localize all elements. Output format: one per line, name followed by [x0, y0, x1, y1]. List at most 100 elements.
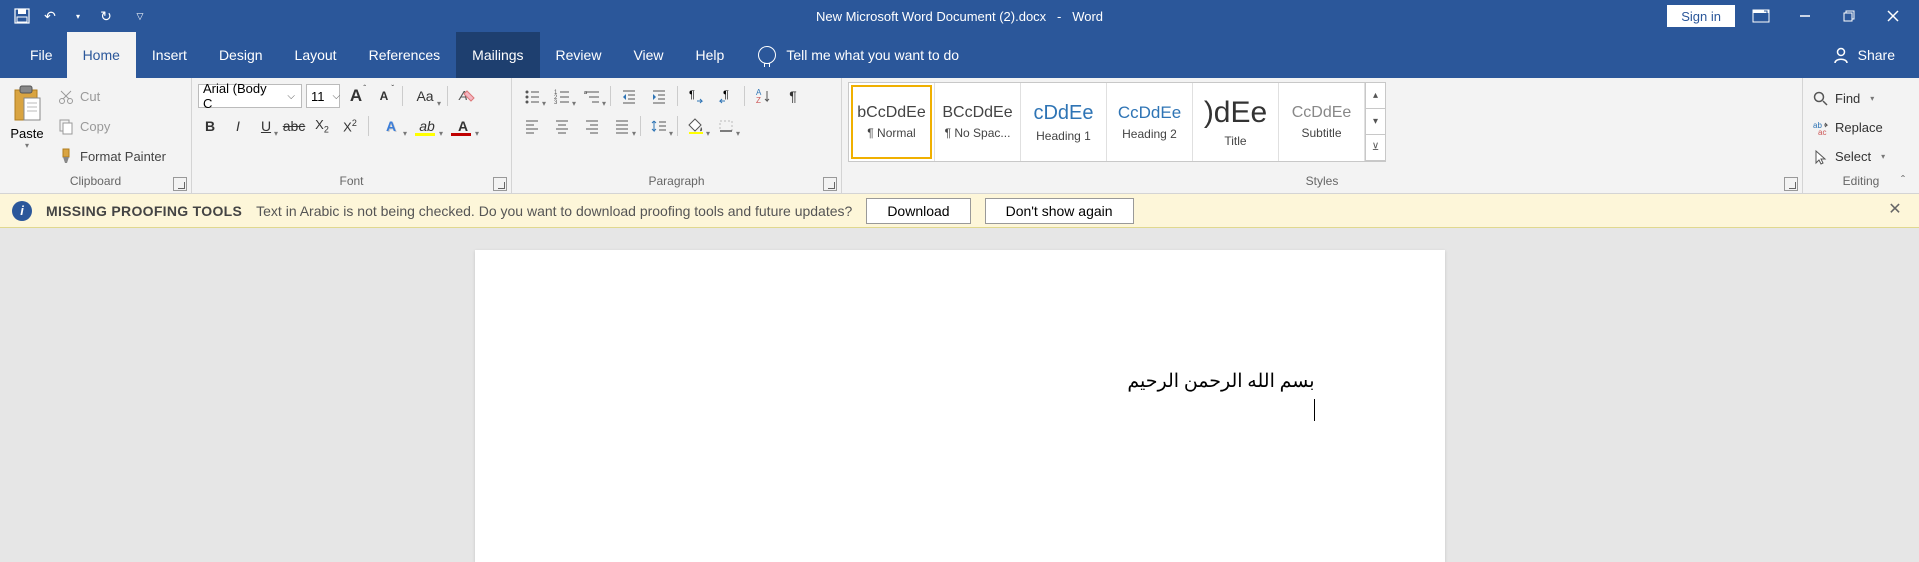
clear-formatting-button[interactable]: A	[454, 84, 478, 108]
tell-me-search[interactable]: Tell me what you want to do	[758, 46, 959, 64]
paste-button[interactable]: Paste ▾	[6, 82, 48, 171]
brush-icon	[58, 148, 74, 164]
subscript-button[interactable]: X2	[310, 114, 334, 138]
paste-icon	[11, 84, 43, 124]
svg-text:Z: Z	[756, 96, 761, 105]
cut-button[interactable]: Cut	[54, 84, 170, 110]
close-button[interactable]	[1875, 0, 1911, 32]
chevron-down-icon[interactable]: ⌵	[285, 91, 297, 102]
restore-button[interactable]	[1831, 0, 1867, 32]
document-page[interactable]: بسم الله الرحمن الرحيم	[475, 250, 1445, 562]
tab-mailings[interactable]: Mailings	[456, 32, 539, 78]
download-button[interactable]: Download	[866, 198, 970, 224]
font-name-combo[interactable]: Arial (Body C⌵	[198, 84, 302, 108]
format-painter-button[interactable]: Format Painter	[54, 143, 170, 169]
align-center-button[interactable]	[548, 114, 576, 138]
tab-file[interactable]: File	[16, 32, 67, 78]
style---no-spac---[interactable]: BCcDdEe¶ No Spac...	[935, 83, 1021, 161]
share-button[interactable]: Share	[1832, 46, 1919, 64]
shading-button[interactable]	[682, 114, 710, 138]
style-subtitle[interactable]: CcDdEeSubtitle	[1279, 83, 1365, 161]
tab-design[interactable]: Design	[203, 32, 279, 78]
style---normal[interactable]: bCcDdEe¶ Normal	[849, 83, 935, 161]
msgbar-text: Text in Arabic is not being checked. Do …	[256, 203, 852, 219]
strikethrough-button[interactable]: abc	[282, 114, 306, 138]
style-heading-1[interactable]: cDdEeHeading 1	[1021, 83, 1107, 161]
document-name: New Microsoft Word Document (2).docx	[816, 9, 1046, 24]
align-left-button[interactable]	[518, 114, 546, 138]
grow-font-button[interactable]: Aˆ	[344, 84, 368, 108]
change-case-button[interactable]: Aa	[409, 84, 441, 108]
undo-button[interactable]: ↶	[38, 4, 62, 28]
sort-button[interactable]: AZ	[749, 84, 777, 108]
select-button[interactable]: Select ▾	[1809, 144, 1913, 170]
scissors-icon	[58, 89, 74, 105]
msgbar-title: MISSING PROOFING TOOLS	[46, 203, 242, 219]
italic-button[interactable]: I	[226, 114, 250, 138]
paste-label: Paste	[10, 126, 43, 141]
styles-group-label: Styles	[848, 171, 1796, 191]
copy-button[interactable]: Copy	[54, 113, 170, 139]
copy-label: Copy	[80, 119, 110, 134]
share-icon	[1832, 46, 1850, 64]
clipboard-dialog-launcher[interactable]	[173, 177, 187, 191]
tab-review[interactable]: Review	[540, 32, 618, 78]
line-spacing-button[interactable]	[645, 114, 673, 138]
ltr-direction-button[interactable]: ¶	[682, 84, 710, 108]
chevron-down-icon[interactable]: ▾	[1881, 152, 1885, 161]
paste-dropdown-icon[interactable]: ▾	[25, 141, 29, 150]
minimize-button[interactable]	[1787, 0, 1823, 32]
align-right-button[interactable]	[578, 114, 606, 138]
font-dialog-launcher[interactable]	[493, 177, 507, 191]
svg-text:3: 3	[554, 100, 558, 106]
tab-view[interactable]: View	[617, 32, 679, 78]
show-marks-button[interactable]: ¶	[779, 84, 807, 108]
tab-insert[interactable]: Insert	[136, 32, 203, 78]
multilevel-list-button[interactable]: a	[578, 84, 606, 108]
text-effects-button[interactable]: A	[375, 114, 407, 138]
chevron-down-icon[interactable]: ⌵	[331, 91, 343, 102]
replace-button[interactable]: abac Replace	[1809, 115, 1913, 141]
qat-customize-icon[interactable]: ▽	[128, 4, 152, 28]
bold-button[interactable]: B	[198, 114, 222, 138]
close-msgbar-button[interactable]: ✕	[1883, 199, 1907, 223]
font-size-combo[interactable]: 11⌵	[306, 84, 340, 108]
save-icon[interactable]	[10, 4, 34, 28]
collapse-ribbon-button[interactable]: ˆ	[1893, 173, 1913, 189]
text-cursor	[605, 399, 1315, 426]
chevron-down-icon[interactable]: ▾	[1870, 94, 1874, 103]
numbering-button[interactable]: 123	[548, 84, 576, 108]
decrease-indent-button[interactable]	[615, 84, 643, 108]
styles-dialog-launcher[interactable]	[1784, 177, 1798, 191]
tab-home[interactable]: Home	[67, 32, 136, 78]
dont-show-button[interactable]: Don't show again	[985, 198, 1134, 224]
bullets-button[interactable]	[518, 84, 546, 108]
tab-help[interactable]: Help	[680, 32, 741, 78]
replace-icon: abac	[1813, 120, 1829, 136]
shrink-font-button[interactable]: Aˇ	[372, 84, 396, 108]
tab-references[interactable]: References	[353, 32, 457, 78]
underline-button[interactable]: U	[254, 114, 278, 138]
superscript-button[interactable]: X2	[338, 114, 362, 138]
ribbon-display-options-button[interactable]	[1743, 0, 1779, 32]
tell-me-placeholder: Tell me what you want to do	[786, 47, 959, 63]
styles-more[interactable]: ⊻	[1366, 135, 1385, 161]
styles-scroll-up[interactable]: ▴	[1366, 83, 1385, 109]
tab-layout[interactable]: Layout	[279, 32, 353, 78]
redo-button[interactable]: ↻	[94, 4, 118, 28]
rtl-direction-button[interactable]: ¶	[712, 84, 740, 108]
style-heading-2[interactable]: CcDdEeHeading 2	[1107, 83, 1193, 161]
undo-dropdown-icon[interactable]: ▾	[66, 4, 90, 28]
justify-button[interactable]	[608, 114, 636, 138]
paragraph-dialog-launcher[interactable]	[823, 177, 837, 191]
document-text[interactable]: بسم الله الرحمن الرحيم	[605, 370, 1315, 393]
highlight-button[interactable]: ab	[411, 114, 443, 138]
styles-scroll-down[interactable]: ▾	[1366, 109, 1385, 135]
borders-button[interactable]	[712, 114, 740, 138]
find-button[interactable]: Find ▾	[1809, 86, 1913, 112]
signin-button[interactable]: Sign in	[1667, 5, 1735, 27]
font-color-button[interactable]: A	[447, 114, 479, 138]
increase-indent-button[interactable]	[645, 84, 673, 108]
select-label: Select	[1835, 149, 1871, 164]
style-title[interactable]: )dEeTitle	[1193, 83, 1279, 161]
